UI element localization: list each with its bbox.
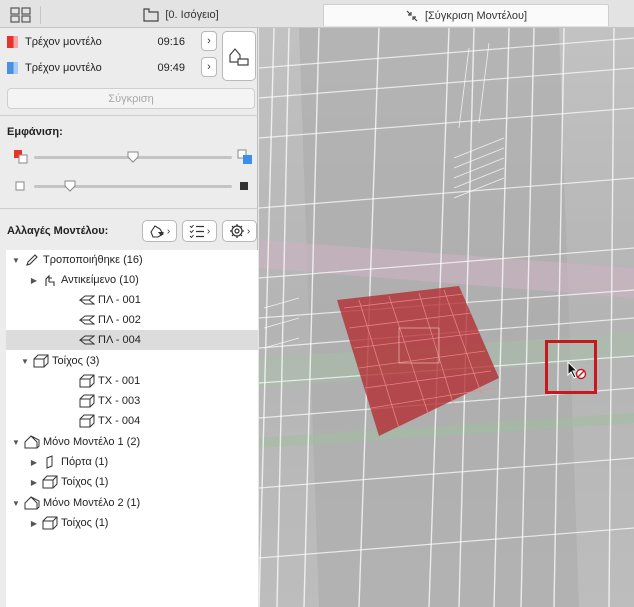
list-icon [189,224,204,238]
tree-node-only-model-1[interactable]: ▼ Μόνο Μοντέλο 1 (2) [6,432,258,452]
cursor-not-allowed-icon [567,361,587,380]
model-2-select-button[interactable]: › [201,57,217,77]
triangle-right-icon[interactable]: ▶ [29,275,39,285]
compare-arrows-icon [406,10,418,21]
model-time: 09:16 [157,36,185,48]
tree-node-door[interactable]: ▶ Πόρτα (1) [6,452,258,472]
tree-node-label: ΤΧ - 001 [98,375,141,387]
tree-node-label: ΤΧ - 003 [98,395,141,407]
triangle-right-icon[interactable]: ▶ [29,518,39,528]
tree-node-only-model-2[interactable]: ▼ Μόνο Μοντέλο 2 (1) [6,493,258,513]
tree-leaf[interactable]: ΤΧ - 001 [6,371,258,391]
wall-icon [79,373,95,389]
pencil-icon [24,252,40,268]
list-options-button[interactable]: › [182,220,217,242]
tree-leaf[interactable]: ΤΧ - 003 [6,391,258,411]
chevron-right-icon: › [246,225,251,237]
tree-node-label: ΠΛ - 004 [98,334,141,346]
settings-button[interactable]: › [222,220,257,242]
solid-square-icon [240,182,248,190]
swap-models-icon [229,48,249,66]
chevron-right-icon: › [166,225,171,237]
triangle-right-icon[interactable]: ▶ [29,477,39,487]
opacity-slider-thumb[interactable] [64,180,76,192]
model-row-current-2: Τρέχον μοντέλο 09:49 [0,55,220,81]
tree-node-label: Πόρτα (1) [61,456,109,468]
house-icon [24,434,40,450]
model-row-current-1: Τρέχον μοντέλο 09:16 [0,29,220,55]
slab-icon [79,312,95,328]
chevron-right-icon: › [206,225,211,237]
tree-node-wall[interactable]: ▶ Τοίχος (1) [6,513,258,533]
chevron-right-icon: › [207,61,211,73]
blue-model-icon [237,149,252,164]
tree-node-label: Μόνο Μοντέλο 2 (1) [43,497,141,509]
tree-node-label: Τοίχος (3) [52,355,100,367]
tree-leaf-selected[interactable]: ΠΛ - 004 [6,330,258,350]
triangle-down-icon[interactable]: ▼ [11,498,21,508]
model-changes-tree: ▼ Τροποποιήθηκε (16) ▶ Αντικείμενο (10) … [6,250,258,607]
tree-node-label: Μόνο Μοντέλο 1 (2) [43,436,141,448]
tree-node-label: Τοίχος (1) [61,517,109,529]
object-icon [42,272,58,288]
tree-node-label: Τροποποιήθηκε (16) [43,254,143,266]
tab-floor-plan[interactable]: [0. Ισόγειο] [40,4,322,26]
model-1-select-button[interactable]: › [201,31,217,51]
tree-node-label: Τοίχος (1) [61,476,109,488]
filter-icon [150,225,164,238]
model-color-swatch-red [7,36,18,48]
triangle-down-icon[interactable]: ▼ [20,356,30,366]
grid-view-button[interactable] [6,5,36,25]
tab-model-compare[interactable]: [Σύγκριση Μοντέλου] [323,4,609,26]
triangle-right-icon[interactable]: ▶ [29,457,39,467]
gear-icon [229,224,244,238]
tree-node-object[interactable]: ▶ Αντικείμενο (10) [6,270,258,290]
color-mix-slider-thumb[interactable] [127,151,139,163]
model-compare-panel: Τρέχον μοντέλο 09:16 › Τρέχον μοντέλο 09… [0,28,258,607]
wall-icon [79,393,95,409]
tree-node-label: ΠΛ - 002 [98,314,141,326]
wall-icon [79,413,95,429]
tree-node-wall[interactable]: ▼ Τοίχος (3) [6,351,258,371]
tree-node-modified[interactable]: ▼ Τροποποιήθηκε (16) [6,250,258,270]
model-changes-label: Αλλαγές Μοντέλου: [7,225,109,237]
triangle-down-icon[interactable]: ▼ [11,255,21,265]
tree-node-label: Αντικείμενο (10) [61,274,139,286]
divider [0,208,258,209]
model-label: Τρέχον μοντέλο [25,62,102,74]
tab-floor-label: [0. Ισόγειο] [165,9,219,21]
door-icon [42,454,58,470]
transparent-square-icon [15,181,25,191]
floor-plan-icon [143,8,159,22]
divider [0,115,258,116]
wall-icon [42,474,58,490]
tree-leaf[interactable]: ΤΧ - 004 [6,411,258,431]
house-icon [24,495,40,511]
tab-compare-label: [Σύγκριση Μοντέλου] [424,9,528,22]
slab-icon [79,292,95,308]
triangle-down-icon[interactable]: ▼ [11,437,21,447]
tab-bar: [0. Ισόγειο] [Σύγκριση Μοντέλου] [0,0,634,28]
red-model-icon [14,150,28,164]
tree-node-wall[interactable]: ▶ Τοίχος (1) [6,472,258,492]
3d-wireframe-view [259,28,634,607]
tree-node-label: ΠΛ - 001 [98,294,141,306]
filter-button[interactable]: › [142,220,177,242]
swap-models-button[interactable] [222,31,256,81]
slab-icon [79,332,95,348]
tree-leaf[interactable]: ΠΛ - 002 [6,310,258,330]
display-label: Εμφάνιση: [7,126,63,138]
grid-icon [10,7,31,23]
model-color-swatch-blue [7,62,18,74]
compare-button[interactable]: Σύγκριση [7,88,255,109]
3d-model-viewport[interactable] [259,28,634,607]
wall-icon [33,353,49,369]
model-label: Τρέχον μοντέλο [25,36,102,48]
model-time: 09:49 [157,62,185,74]
selection-highlight-box [545,340,597,394]
chevron-right-icon: › [207,35,211,47]
tree-leaf[interactable]: ΠΛ - 001 [6,290,258,310]
tree-node-label: ΤΧ - 004 [98,415,141,427]
wall-icon [42,515,58,531]
